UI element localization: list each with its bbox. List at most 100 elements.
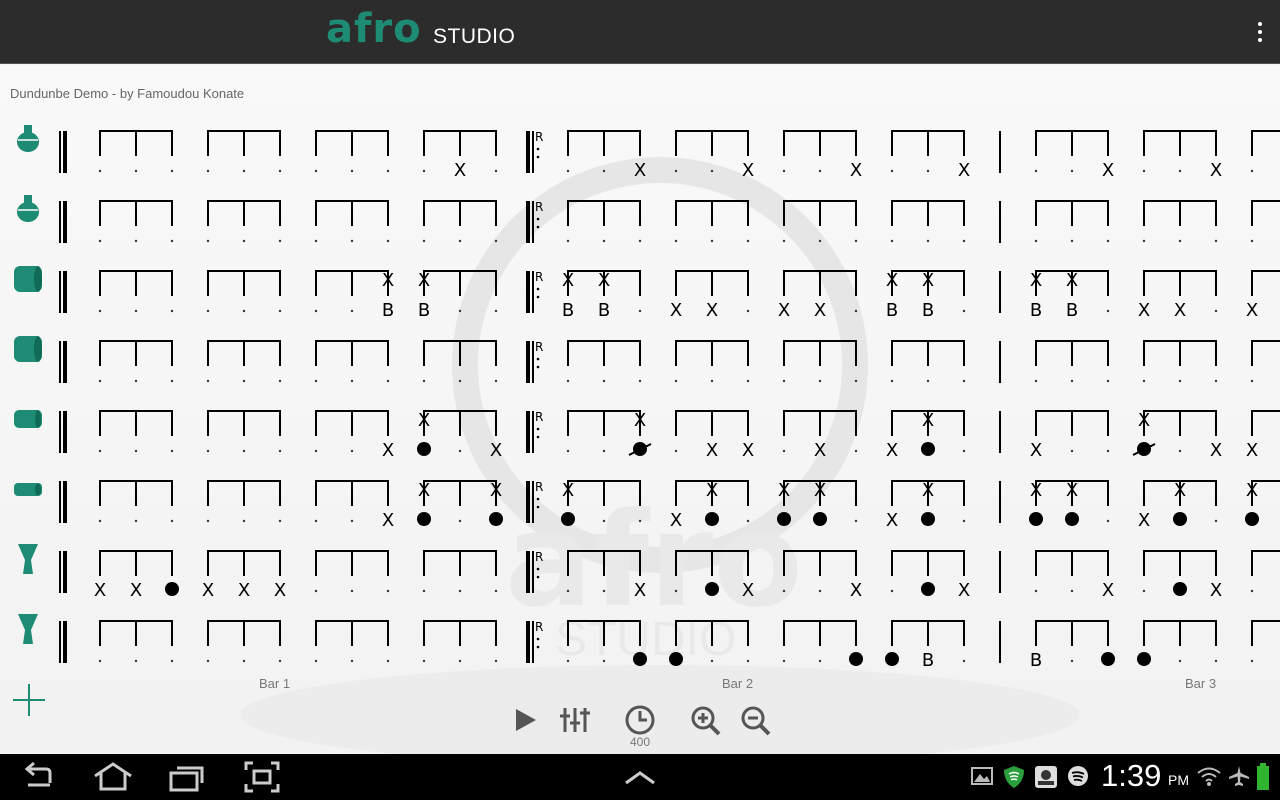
note-x: X: [1210, 580, 1222, 601]
empty-step: [98, 169, 102, 173]
pulse-group: [315, 410, 389, 436]
empty-step: [782, 589, 786, 593]
repeat-marker: R: [535, 340, 543, 354]
note-x: X: [202, 580, 214, 601]
empty-step: [350, 449, 354, 453]
repeat-dot: [536, 435, 540, 439]
overflow-menu-icon[interactable]: [1254, 20, 1266, 44]
note-x: X: [1210, 160, 1222, 181]
empty-step: [458, 519, 462, 523]
dundun-icon: [14, 266, 42, 292]
empty-step: [1106, 449, 1110, 453]
empty-step: [206, 169, 210, 173]
empty-step: [458, 379, 462, 383]
note-dot: [489, 512, 503, 526]
note-dot: [921, 512, 935, 526]
track-row[interactable]: R: [14, 336, 1280, 383]
track-row[interactable]: R B B: [18, 614, 1280, 671]
note-x: X: [1174, 300, 1186, 321]
note-dot: [633, 652, 647, 666]
note-dot: [705, 582, 719, 596]
track-row[interactable]: RXBXBXBXBXXXXXBXBXBXBXXXX: [14, 266, 1280, 321]
pulse-group: [675, 130, 749, 156]
dundun-icon: [14, 336, 42, 362]
repeat-dot: [536, 645, 540, 649]
screenshot-icon[interactable]: [244, 761, 280, 793]
empty-step: [1250, 589, 1254, 593]
empty-step: [98, 309, 102, 313]
empty-step: [1178, 169, 1182, 173]
pulse-group: [783, 410, 857, 436]
pulse-group: [891, 340, 965, 366]
empty-step: [350, 379, 354, 383]
empty-step: [962, 239, 966, 243]
repeat-dot: [536, 575, 540, 579]
empty-step: [1070, 589, 1074, 593]
empty-step: [710, 169, 714, 173]
empty-step: [422, 169, 426, 173]
empty-step: [1214, 659, 1218, 663]
track-row[interactable]: RXXXXXXXXXXXXXXXX: [14, 480, 1280, 531]
empty-step: [242, 309, 246, 313]
note-x: X: [670, 300, 682, 321]
djembe-body: [18, 614, 38, 644]
empty-step: [854, 309, 858, 313]
repeat-dot: [536, 217, 540, 221]
recent-apps-icon[interactable]: [168, 761, 206, 793]
repeat-dot: [536, 295, 540, 299]
back-icon[interactable]: [20, 761, 58, 793]
chevron-up-icon[interactable]: [624, 761, 656, 793]
shekere-neck: [24, 195, 32, 203]
repeat-marker: R: [535, 270, 543, 284]
home-icon[interactable]: [92, 761, 134, 793]
empty-step: [242, 449, 246, 453]
pulse-group: [567, 620, 641, 646]
empty-step: [1250, 239, 1254, 243]
zoom-in-icon[interactable]: [687, 703, 723, 737]
note-dot: [1029, 512, 1043, 526]
note-dot: [885, 652, 899, 666]
empty-step: [494, 169, 498, 173]
track-row[interactable]: RXXXXXXXXXXXX: [18, 544, 1280, 601]
rhythm-grid[interactable]: RXXXXXXXXRRXBXBXBXBXXXXXBXBXBXBXXXXRRXXX…: [0, 65, 1280, 675]
empty-step: [98, 449, 102, 453]
pulse-bracket: [1251, 130, 1280, 156]
pulse-group: [567, 340, 641, 366]
note-x: X: [1210, 440, 1222, 461]
pulse-bracket: [1251, 200, 1280, 226]
pulse-group: [423, 550, 497, 576]
note-x: X: [1030, 270, 1042, 291]
empty-step: [710, 239, 714, 243]
empty-step: [1250, 169, 1254, 173]
track-row[interactable]: R: [17, 195, 1280, 243]
pulse-group: [99, 620, 173, 646]
note-x: X: [1066, 270, 1078, 291]
pulse-group: [423, 410, 497, 436]
empty-step: [1142, 379, 1146, 383]
pulse-group: [891, 200, 965, 226]
empty-step: [782, 379, 786, 383]
empty-step: [458, 659, 462, 663]
repeat-marker: R: [535, 200, 543, 214]
tempo-clock-icon[interactable]: [622, 703, 658, 737]
empty-step: [818, 659, 822, 663]
note-x: X: [958, 160, 970, 181]
sequencer-area: afro STUDIO Dundunbe Demo - by Famoudou …: [0, 65, 1280, 754]
note-b: B: [922, 650, 934, 671]
mixer-icon[interactable]: [557, 703, 593, 737]
status-clock: 1:39: [1101, 758, 1162, 793]
zoom-out-icon[interactable]: [737, 703, 773, 737]
pulse-group: [423, 340, 497, 366]
empty-step: [782, 449, 786, 453]
empty-step: [98, 659, 102, 663]
play-icon[interactable]: [507, 703, 543, 737]
repeat-marker: R: [535, 550, 543, 564]
note-x: X: [814, 300, 826, 321]
empty-step: [710, 379, 714, 383]
empty-step: [1142, 239, 1146, 243]
note-dot: [417, 512, 431, 526]
empty-step: [1106, 519, 1110, 523]
track-row[interactable]: RXXXXXXXXXXXXXX: [14, 410, 1280, 461]
track-row[interactable]: RXXXXXXXX: [17, 125, 1280, 181]
empty-step: [566, 169, 570, 173]
